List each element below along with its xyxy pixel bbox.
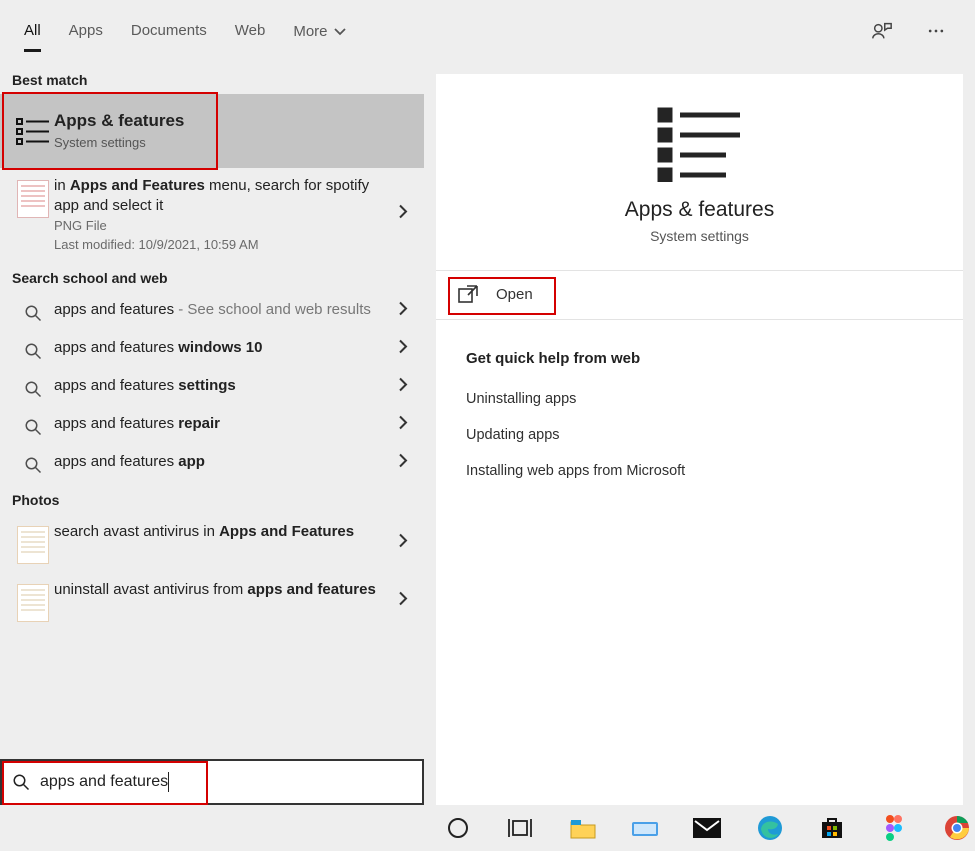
detail-subtitle: System settings [650,228,749,244]
suggestion-3[interactable]: apps and features repair [0,406,424,444]
search-icon [12,414,54,436]
tab-documents[interactable]: Documents [131,10,207,52]
more-options-icon[interactable] [925,20,947,42]
suggestion-4[interactable]: apps and features app [0,444,424,482]
tab-all[interactable]: All [24,10,41,52]
suggestion-text: apps and features windows 10 [54,338,384,358]
section-school-web: Search school and web [0,260,424,292]
file-thumbnail-icon [17,526,49,564]
photo-result-1[interactable]: uninstall avast antivirus from apps and … [0,572,424,630]
suggestion-text: apps and features - See school and web r… [54,300,384,320]
file-type: PNG File [54,218,384,233]
search-box[interactable]: apps and features [0,759,424,805]
best-title: Apps & features [54,110,384,133]
suggestion-text: apps and features app [54,452,384,472]
tab-more[interactable]: More [293,10,345,52]
taskbar-keyboard[interactable] [627,809,663,847]
search-input-text: apps and features [40,773,168,791]
help-link-0[interactable]: Uninstalling apps [466,381,933,417]
file-thumbnail-icon [17,584,49,622]
taskbar [0,805,975,851]
suggestion-0[interactable]: apps and features - See school and web r… [0,292,424,330]
suggestion-text: apps and features repair [54,414,384,434]
suggestion-2[interactable]: apps and features settings [0,368,424,406]
suggestion-1[interactable]: apps and features windows 10 [0,330,424,368]
chevron-right-icon[interactable] [398,591,408,612]
tab-apps[interactable]: Apps [69,10,103,52]
search-icon [12,300,54,322]
chevron-down-icon [334,28,346,36]
best-subtitle: System settings [54,135,384,150]
taskbar-mail[interactable] [689,809,725,847]
chevron-right-icon[interactable] [398,377,408,398]
file-title: in Apps and Features menu, search for sp… [54,176,384,217]
chevron-right-icon[interactable] [398,415,408,436]
settings-list-icon [12,113,54,147]
search-tab-bar: All Apps Documents Web More [0,0,975,62]
help-link-1[interactable]: Updating apps [466,417,933,453]
help-header: Get quick help from web [466,350,933,367]
chevron-right-icon[interactable] [398,533,408,554]
chevron-right-icon[interactable] [398,204,408,225]
taskbar-file-explorer[interactable] [565,809,601,847]
search-icon [12,452,54,474]
section-photos: Photos [0,482,424,514]
taskbar-chrome[interactable] [939,809,975,847]
detail-panel: Apps & features System settings Open Get… [436,74,963,805]
taskbar-edge[interactable] [752,809,788,847]
search-icon [12,376,54,398]
section-best-match: Best match [0,62,424,94]
taskbar-store[interactable] [814,809,850,847]
result-best-apps-features[interactable]: Apps & features System settings [0,94,424,168]
suggestion-text: apps and features settings [54,376,384,396]
open-label: Open [496,286,533,303]
photo-result-0[interactable]: search avast antivirus in Apps and Featu… [0,514,424,572]
photo-title: uninstall avast antivirus from apps and … [54,580,384,600]
file-modified: Last modified: 10/9/2021, 10:59 AM [54,237,384,252]
photo-title: search avast antivirus in Apps and Featu… [54,522,384,542]
results-column: Best match Apps & features System settin… [0,62,424,805]
chevron-right-icon[interactable] [398,339,408,360]
help-link-2[interactable]: Installing web apps from Microsoft [466,453,933,489]
detail-title: Apps & features [625,198,774,222]
chevron-right-icon[interactable] [398,453,408,474]
apps-features-hero-icon [656,104,744,182]
search-icon [2,773,40,791]
chevron-right-icon[interactable] [398,301,408,322]
open-icon [458,285,478,303]
taskbar-cortana[interactable] [440,809,476,847]
action-open[interactable]: Open [436,271,963,317]
file-thumbnail-icon [17,180,49,218]
feedback-icon[interactable] [871,20,893,42]
taskbar-figma[interactable] [876,809,912,847]
tab-web[interactable]: Web [235,10,266,52]
taskbar-task-view[interactable] [502,809,538,847]
search-icon [12,338,54,360]
result-file-png[interactable]: in Apps and Features menu, search for sp… [0,168,424,261]
